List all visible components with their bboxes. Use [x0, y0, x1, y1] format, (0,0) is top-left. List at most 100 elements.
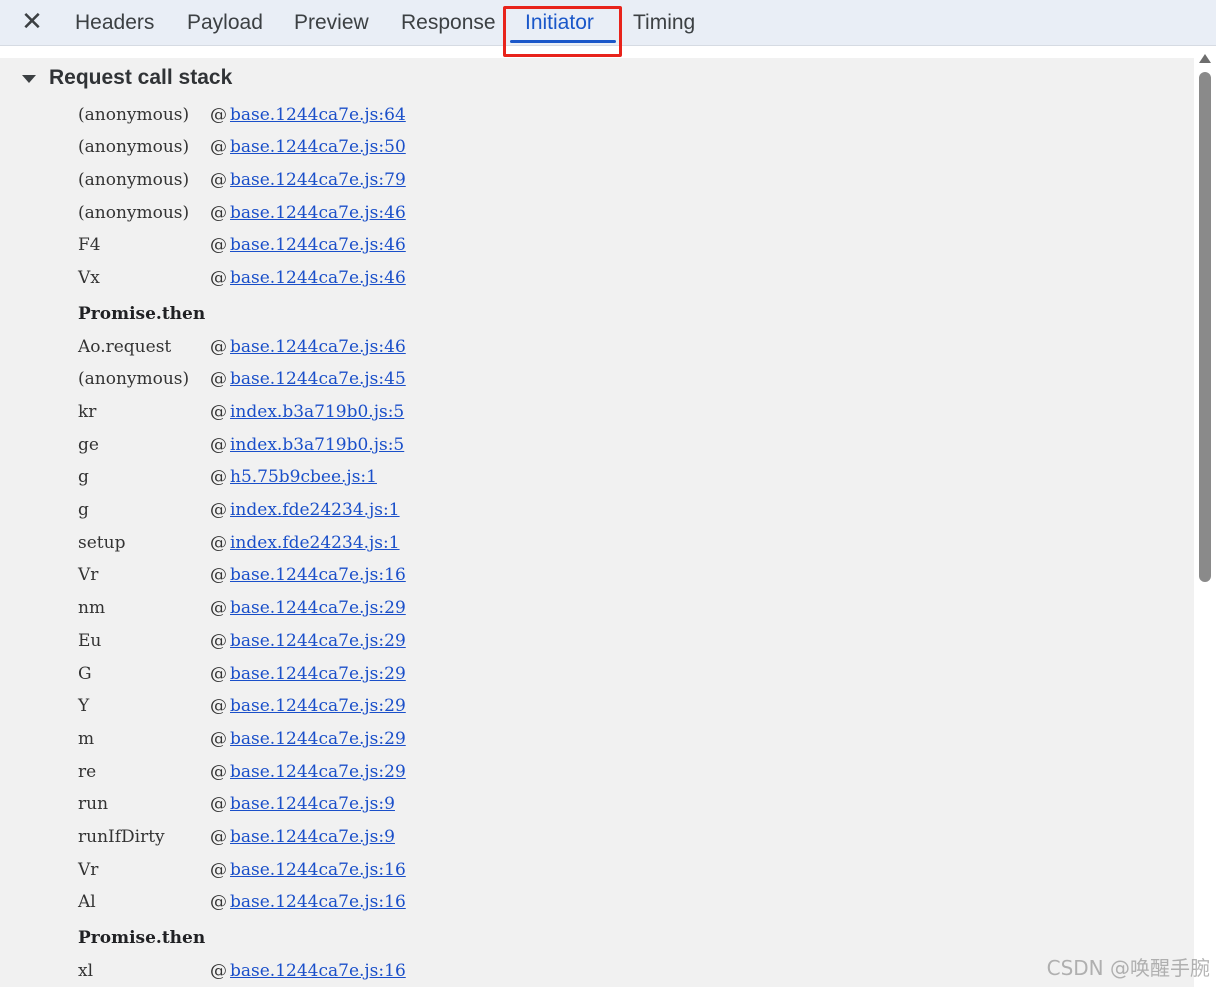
function-name: (anonymous)	[78, 369, 190, 389]
triangle-down-icon[interactable]	[22, 75, 36, 83]
tab-preview[interactable]: Preview	[294, 0, 369, 46]
function-name: Eu	[78, 631, 102, 651]
watermark: CSDN @唤醒手腕	[1046, 956, 1210, 980]
source-link[interactable]: base.1244ca7e.js:16	[230, 892, 406, 912]
stack-frame-row: setup @ index.fde24234.js:1	[78, 530, 400, 556]
at-symbol: @	[210, 794, 227, 814]
function-name: Ao.request	[78, 337, 172, 357]
source-link[interactable]: base.1244ca7e.js:46	[230, 268, 406, 288]
at-symbol: @	[210, 762, 227, 782]
source-link[interactable]: base.1244ca7e.js:16	[230, 565, 406, 585]
function-name: kr	[78, 402, 97, 422]
scroll-up-arrow-icon[interactable]	[1199, 54, 1211, 63]
function-name: m	[78, 729, 95, 749]
source-link[interactable]: base.1244ca7e.js:16	[230, 860, 406, 880]
at-symbol: @	[210, 860, 227, 880]
function-name: (anonymous)	[78, 105, 190, 125]
source-link[interactable]: base.1244ca7e.js:50	[230, 137, 406, 157]
source-link[interactable]: base.1244ca7e.js:46	[230, 235, 406, 255]
function-name: (anonymous)	[78, 203, 190, 223]
stack-frame-row: (anonymous) @ base.1244ca7e.js:79	[78, 167, 406, 193]
source-link[interactable]: index.b3a719b0.js:5	[230, 435, 404, 455]
source-link[interactable]: index.fde24234.js:1	[230, 500, 400, 520]
stack-frame-row: kr @ index.b3a719b0.js:5	[78, 399, 404, 425]
stack-frame-row: ge @ index.b3a719b0.js:5	[78, 432, 404, 458]
stack-frame-row: (anonymous) @ base.1244ca7e.js:46	[78, 200, 406, 226]
stack-frame-row: (anonymous) @ base.1244ca7e.js:50	[78, 134, 406, 160]
source-link[interactable]: base.1244ca7e.js:29	[230, 598, 406, 618]
stack-frame-row: nm @ base.1244ca7e.js:29	[78, 595, 406, 621]
annotation-highlight-box	[503, 6, 622, 57]
at-symbol: @	[210, 827, 227, 847]
function-name: g	[78, 467, 89, 487]
tab-timing[interactable]: Timing	[633, 0, 695, 46]
at-symbol: @	[210, 961, 227, 981]
stack-frame-row: xl @ base.1244ca7e.js:16	[78, 958, 406, 984]
source-link[interactable]: base.1244ca7e.js:29	[230, 696, 406, 716]
tab-payload[interactable]: Payload	[187, 0, 263, 46]
stack-frame-row: Vr @ base.1244ca7e.js:16	[78, 562, 406, 588]
stack-frame-row: Ao.request @ base.1244ca7e.js:46	[78, 334, 406, 360]
source-link[interactable]: base.1244ca7e.js:16	[230, 961, 406, 981]
source-link[interactable]: base.1244ca7e.js:64	[230, 105, 406, 125]
source-link[interactable]: base.1244ca7e.js:29	[230, 631, 406, 651]
source-link[interactable]: base.1244ca7e.js:29	[230, 664, 406, 684]
at-symbol: @	[210, 892, 227, 912]
at-symbol: @	[210, 170, 227, 190]
source-link[interactable]: base.1244ca7e.js:46	[230, 337, 406, 357]
at-symbol: @	[210, 337, 227, 357]
function-name: xl	[78, 961, 94, 981]
stack-frame-row: G @ base.1244ca7e.js:29	[78, 661, 406, 687]
stack-frame-row: Y @ base.1244ca7e.js:29	[78, 693, 406, 719]
source-link[interactable]: base.1244ca7e.js:9	[230, 794, 395, 814]
at-symbol: @	[210, 369, 227, 389]
tab-response[interactable]: Response	[401, 0, 496, 46]
function-name: F4	[78, 235, 101, 255]
stack-frame-row: (anonymous) @ base.1244ca7e.js:64	[78, 102, 406, 128]
initiator-panel: Request call stack (anonymous) @ base.1244…	[0, 58, 1194, 987]
stack-frame-row: Vx @ base.1244ca7e.js:46	[78, 265, 406, 291]
function-name: setup	[78, 533, 126, 553]
function-name: Vx	[78, 268, 100, 288]
stack-frame-row: runIfDirty @ base.1244ca7e.js:9	[78, 824, 395, 850]
stack-frame-row: run @ base.1244ca7e.js:9	[78, 791, 395, 817]
source-link[interactable]: base.1244ca7e.js:29	[230, 762, 406, 782]
request-call-stack-header[interactable]: Request call stack	[22, 64, 232, 92]
function-name: Vr	[78, 565, 99, 585]
source-link[interactable]: base.1244ca7e.js:46	[230, 203, 406, 223]
close-icon[interactable]: ✕	[18, 7, 46, 37]
function-name: re	[78, 762, 97, 782]
function-name: g	[78, 500, 89, 520]
source-link[interactable]: h5.75b9cbee.js:1	[230, 467, 377, 487]
source-link[interactable]: index.fde24234.js:1	[230, 533, 400, 553]
at-symbol: @	[210, 631, 227, 651]
tab-headers[interactable]: Headers	[75, 0, 154, 46]
at-symbol: @	[210, 565, 227, 585]
async-boundary-label: Promise.then	[78, 304, 206, 324]
async-boundary-label: Promise.then	[78, 928, 206, 948]
at-symbol: @	[210, 203, 227, 223]
at-symbol: @	[210, 664, 227, 684]
stack-frame-row: m @ base.1244ca7e.js:29	[78, 726, 406, 752]
source-link[interactable]: base.1244ca7e.js:29	[230, 729, 406, 749]
vertical-scrollbar[interactable]	[1194, 46, 1216, 987]
at-symbol: @	[210, 598, 227, 618]
at-symbol: @	[210, 105, 227, 125]
function-name: Y	[78, 696, 90, 716]
at-symbol: @	[210, 435, 227, 455]
at-symbol: @	[210, 729, 227, 749]
stack-frame-row: g @ h5.75b9cbee.js:1	[78, 464, 377, 490]
source-link[interactable]: index.b3a719b0.js:5	[230, 402, 404, 422]
source-link[interactable]: base.1244ca7e.js:79	[230, 170, 406, 190]
stack-frame-row: re @ base.1244ca7e.js:29	[78, 759, 406, 785]
at-symbol: @	[210, 268, 227, 288]
source-link[interactable]: base.1244ca7e.js:9	[230, 827, 395, 847]
stack-frame-row: F4 @ base.1244ca7e.js:46	[78, 232, 406, 258]
function-name: G	[78, 664, 92, 684]
source-link[interactable]: base.1244ca7e.js:45	[230, 369, 406, 389]
stack-frame-row: (anonymous) @ base.1244ca7e.js:45	[78, 366, 406, 392]
function-name: runIfDirty	[78, 827, 165, 847]
stack-frame-row: Vr @ base.1244ca7e.js:16	[78, 857, 406, 883]
stack-frame-row: g @ index.fde24234.js:1	[78, 497, 400, 523]
scrollbar-thumb[interactable]	[1199, 72, 1211, 582]
